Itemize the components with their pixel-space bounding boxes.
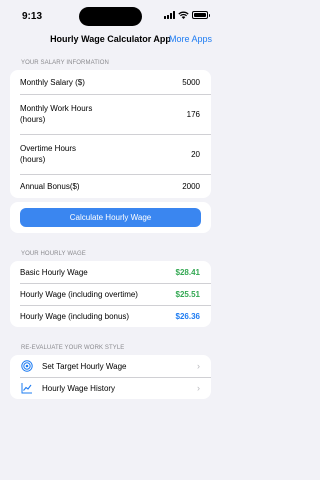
more-apps-button[interactable]: More Apps (169, 34, 212, 44)
overtime-hours-row[interactable]: Overtime Hours (hours) 20 (10, 134, 211, 174)
basic-hourly-wage-value: $28.41 (175, 267, 200, 277)
salary-card: Monthly Salary ($) 5000 Monthly Work Hou… (10, 70, 211, 198)
monthly-salary-label: Monthly Salary ($) (20, 77, 85, 87)
status-time: 9:13 (22, 11, 43, 22)
status-bar: 9:13 (0, 0, 221, 30)
bonus-hourly-wage-row: Hourly Wage (including bonus) $26.36 (10, 305, 211, 327)
hourly-wage-history-label: Hourly Wage History (42, 383, 116, 393)
bonus-hourly-wage-value: $26.36 (175, 311, 200, 321)
reevaluate-card: Set Target Hourly Wage › Hourly Wage His… (10, 355, 211, 399)
annual-bonus-row[interactable]: Annual Bonus($) 2000 (10, 174, 211, 198)
hourly-wage-section-header: YOUR HOURLY WAGE (21, 251, 86, 257)
chevron-right-icon: › (197, 361, 200, 371)
overtime-hourly-wage-row: Hourly Wage (including overtime) $25.51 (10, 283, 211, 305)
cellular-signal-icon (164, 11, 175, 19)
monthly-work-hours-label: Monthly Work Hours (hours) (20, 104, 93, 124)
overtime-hours-label: Overtime Hours (hours) (20, 144, 77, 164)
chart-line-icon (20, 381, 34, 395)
hourly-wage-history-row[interactable]: Hourly Wage History › (10, 377, 211, 399)
monthly-salary-row[interactable]: Monthly Salary ($) 5000 (10, 70, 211, 94)
basic-hourly-wage-label: Basic Hourly Wage (20, 267, 88, 277)
navigation-bar: Hourly Wage Calculator App More Apps (0, 31, 221, 49)
monthly-salary-input[interactable]: 5000 (182, 78, 200, 87)
overtime-hourly-wage-label: Hourly Wage (including overtime) (20, 289, 138, 299)
wifi-icon (178, 11, 189, 19)
chevron-right-icon: › (197, 383, 200, 393)
reevaluate-section-header: RE-EVALUATE YOUR WORK STYLE (21, 345, 125, 351)
status-icons (164, 11, 210, 19)
target-icon (20, 359, 34, 373)
annual-bonus-input[interactable]: 2000 (182, 182, 200, 191)
hourly-wage-card: Basic Hourly Wage $28.41 Hourly Wage (in… (10, 261, 211, 327)
monthly-work-hours-input[interactable]: 176 (187, 110, 200, 119)
annual-bonus-label: Annual Bonus($) (20, 181, 80, 191)
monthly-work-hours-row[interactable]: Monthly Work Hours (hours) 176 (10, 94, 211, 134)
dynamic-island (79, 7, 142, 26)
calculate-hourly-wage-button[interactable]: Calculate Hourly Wage (20, 208, 201, 227)
set-target-hourly-wage-row[interactable]: Set Target Hourly Wage › (10, 355, 211, 377)
battery-icon (192, 11, 210, 19)
bonus-hourly-wage-label: Hourly Wage (including bonus) (20, 311, 130, 321)
basic-hourly-wage-row: Basic Hourly Wage $28.41 (10, 261, 211, 283)
set-target-hourly-wage-label: Set Target Hourly Wage (42, 361, 127, 371)
overtime-hours-input[interactable]: 20 (191, 150, 200, 159)
salary-section-header: YOUR SALARY INFORMATION (21, 60, 109, 66)
overtime-hourly-wage-value: $25.51 (175, 289, 200, 299)
